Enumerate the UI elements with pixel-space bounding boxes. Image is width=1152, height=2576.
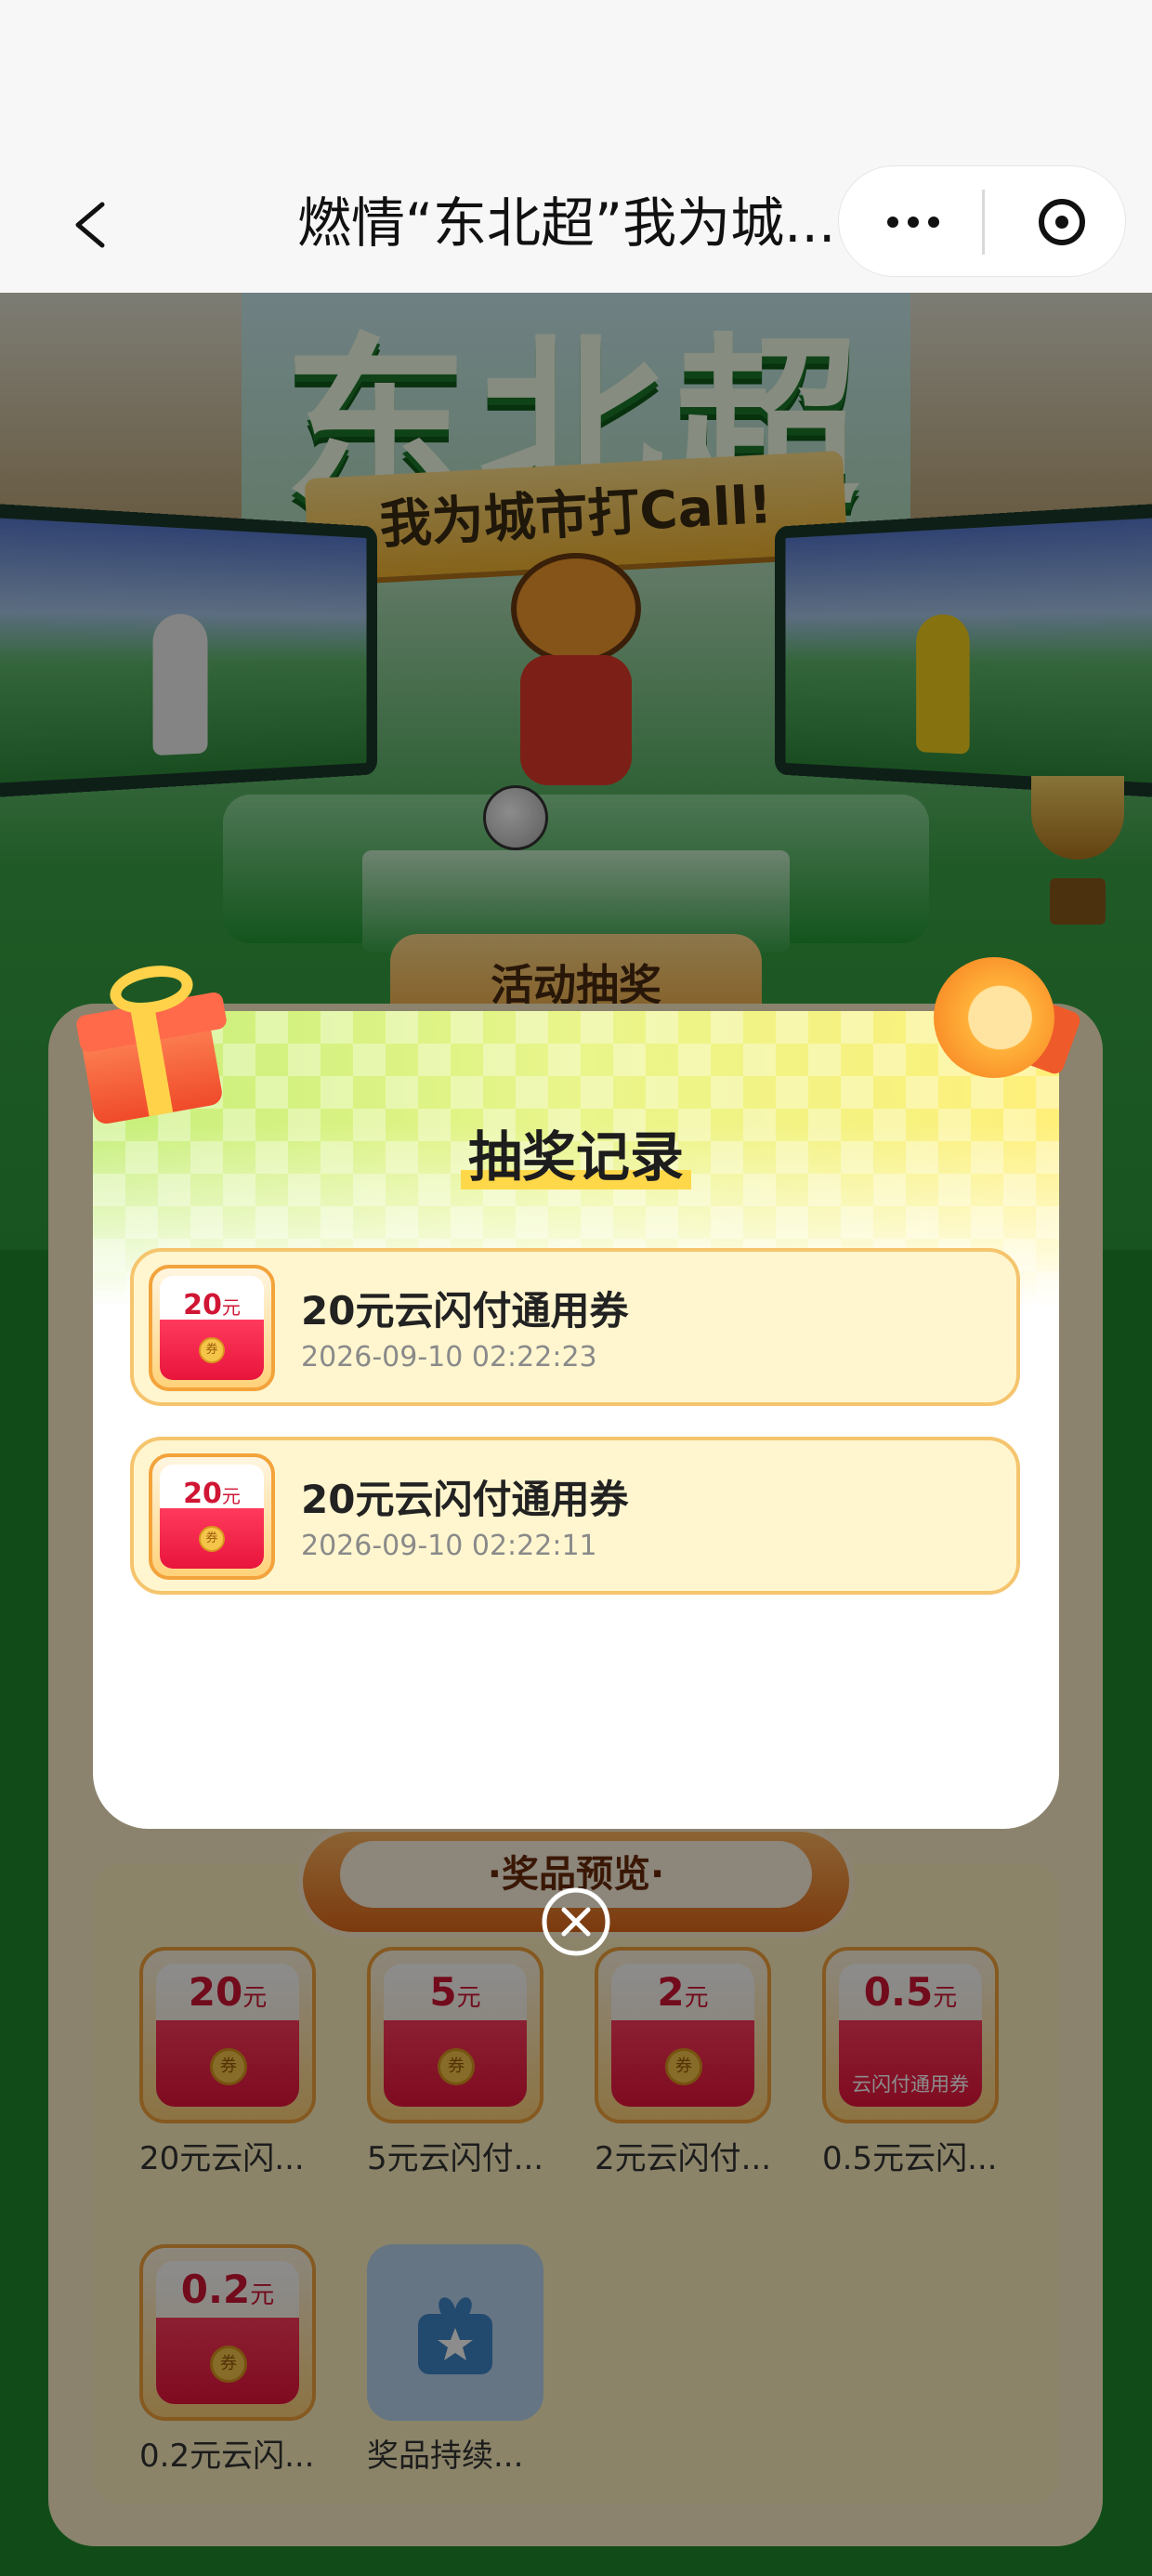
record-prize-name: 20元云闪付通用券	[301, 1288, 629, 1334]
megaphone-icon	[915, 939, 1083, 1106]
modal-title-wrap: 抽奖记录	[93, 1124, 1059, 1189]
megaphone-bell	[934, 957, 1054, 1078]
coupon-coin-icon: 券	[199, 1526, 225, 1552]
record-timestamp: 2026-09-10 02:22:11	[301, 1530, 597, 1562]
page-title: 燃情“东北超”我为城...	[297, 191, 836, 255]
gift-box-icon	[72, 959, 230, 1126]
record-item[interactable]: 20元 券 20元云闪付通用券 2026-09-10 02:22:11	[130, 1437, 1020, 1595]
coupon-coin-icon: 券	[199, 1337, 225, 1363]
status-bar-area	[0, 0, 1152, 158]
red-envelope-icon: 20元 券	[149, 1265, 275, 1391]
red-envelope-icon: 20元 券	[149, 1453, 275, 1580]
navigation-bar: 燃情“东北超”我为城...	[0, 158, 1152, 293]
circle-x-icon[interactable]	[539, 1885, 613, 1959]
more-dots-icon[interactable]	[867, 176, 960, 269]
chevron-left-icon[interactable]	[45, 178, 137, 271]
envelope-amount: 20元	[152, 1289, 271, 1321]
draw-record-modal: 抽奖记录 20元 券 20元云闪付通用券 2026-09-10 02:22:23…	[93, 1011, 1059, 1829]
record-timestamp: 2026-09-10 02:22:23	[301, 1341, 597, 1373]
capsule-divider	[982, 190, 985, 255]
envelope-amount-unit: 元	[221, 1485, 241, 1507]
record-item[interactable]: 20元 券 20元云闪付通用券 2026-09-10 02:22:23	[130, 1248, 1020, 1406]
envelope-amount-unit: 元	[221, 1296, 241, 1319]
envelope-amount-value: 20	[183, 1289, 222, 1321]
modal-title: 抽奖记录	[460, 1124, 691, 1189]
mini-program-capsule	[838, 165, 1126, 277]
envelope-amount: 20元	[152, 1478, 271, 1510]
circle-close-icon[interactable]	[1025, 185, 1099, 259]
record-prize-name: 20元云闪付通用券	[301, 1477, 629, 1522]
envelope-amount-value: 20	[183, 1478, 222, 1510]
